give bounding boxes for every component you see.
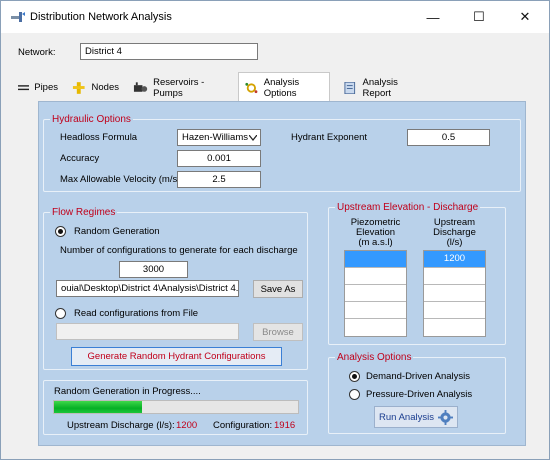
velocity-label: Max Allowable Velocity (m/s)	[60, 174, 181, 185]
tab-label: Reservoirs - Pumps	[153, 76, 205, 99]
tab-label: Pipes	[34, 82, 58, 93]
upstream-group: Upstream Elevation - Discharge Piezometr…	[328, 202, 506, 345]
tab-reservoirs-pumps[interactable]: Reservoirs - Pumps	[127, 74, 233, 101]
tab-label: Analysis Options	[263, 76, 300, 99]
grid-cell[interactable]	[345, 268, 406, 285]
grid-cell[interactable]	[345, 319, 406, 336]
configs-path-field[interactable]: ouial\Desktop\District 4\Analysis\Distri…	[56, 280, 239, 297]
close-button[interactable]: ✕	[502, 1, 548, 33]
chevron-down-icon	[249, 135, 257, 141]
discharge-header: Upstream Discharge (l/s)	[433, 217, 476, 248]
configuration-value: 1916	[274, 420, 296, 431]
grid-cell[interactable]: 1200	[424, 251, 485, 268]
accuracy-label: Accuracy	[60, 153, 100, 164]
grid-cell[interactable]	[424, 285, 485, 302]
accuracy-field[interactable]: 0.001	[177, 150, 261, 167]
window-title: Distribution Network Analysis	[30, 11, 172, 23]
analysis-options-title: Analysis Options	[335, 352, 414, 363]
demand-driven-label: Demand-Driven Analysis	[366, 371, 471, 382]
analysis-options-group: Analysis Options Demand-Driven Analysis …	[328, 352, 506, 434]
piezometric-grid[interactable]	[344, 250, 407, 337]
grid-cell[interactable]	[345, 251, 406, 268]
headloss-label: Headloss Formula	[60, 132, 138, 143]
tab-label: Nodes	[91, 82, 119, 93]
pressure-driven-radio[interactable]	[349, 389, 360, 400]
run-analysis-label: Run Analysis	[379, 411, 434, 423]
pump-icon	[133, 81, 148, 92]
file-path-field	[56, 323, 239, 340]
upstream-title: Upstream Elevation - Discharge	[335, 202, 481, 213]
network-label: Network:	[18, 47, 56, 58]
tab-analysis-report[interactable]: Analysis Report	[336, 74, 428, 101]
progress-bar	[53, 400, 299, 414]
gear-icon	[437, 409, 453, 425]
tab-nodes[interactable]: Nodes	[65, 74, 120, 101]
configs-count-label: Number of configurations to generate for…	[60, 245, 298, 256]
random-generation-radio[interactable]	[55, 226, 66, 237]
pipe-icon	[18, 84, 30, 90]
run-analysis-button[interactable]: Run Analysis	[374, 406, 458, 428]
hydraulic-options-group: Hydraulic Options Headloss Formula Hazen…	[43, 114, 521, 192]
hydraulic-options-title: Hydraulic Options	[50, 114, 133, 125]
headloss-value: Hazen-Williams	[182, 132, 248, 143]
maximize-button[interactable]: ☐	[456, 1, 502, 33]
save-as-button[interactable]: Save As	[253, 280, 303, 298]
grid-cell[interactable]	[424, 268, 485, 285]
tab-pipes[interactable]: Pipes	[12, 74, 59, 101]
piezometric-header: Piezometric Elevation (m a.s.l)	[350, 217, 401, 248]
minimize-button[interactable]: —	[410, 1, 456, 33]
flow-regimes-group: Flow Regimes Random Generation Number of…	[43, 207, 308, 370]
grid-cell[interactable]	[424, 302, 485, 319]
upstream-discharge-label: Upstream Discharge (l/s):	[67, 420, 175, 431]
flow-regimes-title: Flow Regimes	[50, 207, 118, 218]
browse-button[interactable]: Browse	[253, 323, 303, 341]
hydrant-exponent-field[interactable]: 0.5	[407, 129, 490, 146]
progress-title: Random Generation in Progress....	[54, 386, 201, 397]
hydrant-label: Hydrant Exponent	[291, 132, 368, 143]
configuration-label: Configuration:	[213, 420, 273, 431]
upstream-discharge-value: 1200	[176, 420, 198, 431]
tab-analysis-options[interactable]: Analysis Options	[238, 72, 330, 102]
node-icon	[72, 81, 85, 94]
analysis-options-panel: Hydraulic Options Headloss Formula Hazen…	[38, 101, 526, 446]
report-icon	[344, 81, 356, 94]
title-bar[interactable]: Distribution Network Analysis — ☐ ✕	[1, 1, 549, 33]
progress-fill	[54, 401, 142, 413]
discharge-grid[interactable]: 1200	[423, 250, 486, 337]
tab-label: Analysis Report	[362, 76, 398, 99]
read-from-file-label: Read configurations from File	[74, 308, 199, 319]
grid-cell[interactable]	[424, 319, 485, 336]
options-icon	[245, 82, 258, 93]
app-icon	[11, 12, 25, 22]
grid-cell[interactable]	[345, 285, 406, 302]
random-generation-label: Random Generation	[74, 226, 160, 237]
generate-configurations-button[interactable]: Generate Random Hydrant Configurations	[71, 347, 282, 366]
grid-cell[interactable]	[345, 302, 406, 319]
read-from-file-radio[interactable]	[55, 308, 66, 319]
app-window: Distribution Network Analysis — ☐ ✕ Netw…	[0, 0, 550, 460]
headloss-select[interactable]: Hazen-Williams	[177, 129, 261, 146]
max-velocity-field[interactable]: 2.5	[177, 171, 261, 188]
demand-driven-radio[interactable]	[349, 371, 360, 382]
configs-count-field[interactable]: 3000	[119, 261, 188, 278]
network-field[interactable]: District 4	[80, 43, 258, 60]
pressure-driven-label: Pressure-Driven Analysis	[366, 389, 473, 400]
